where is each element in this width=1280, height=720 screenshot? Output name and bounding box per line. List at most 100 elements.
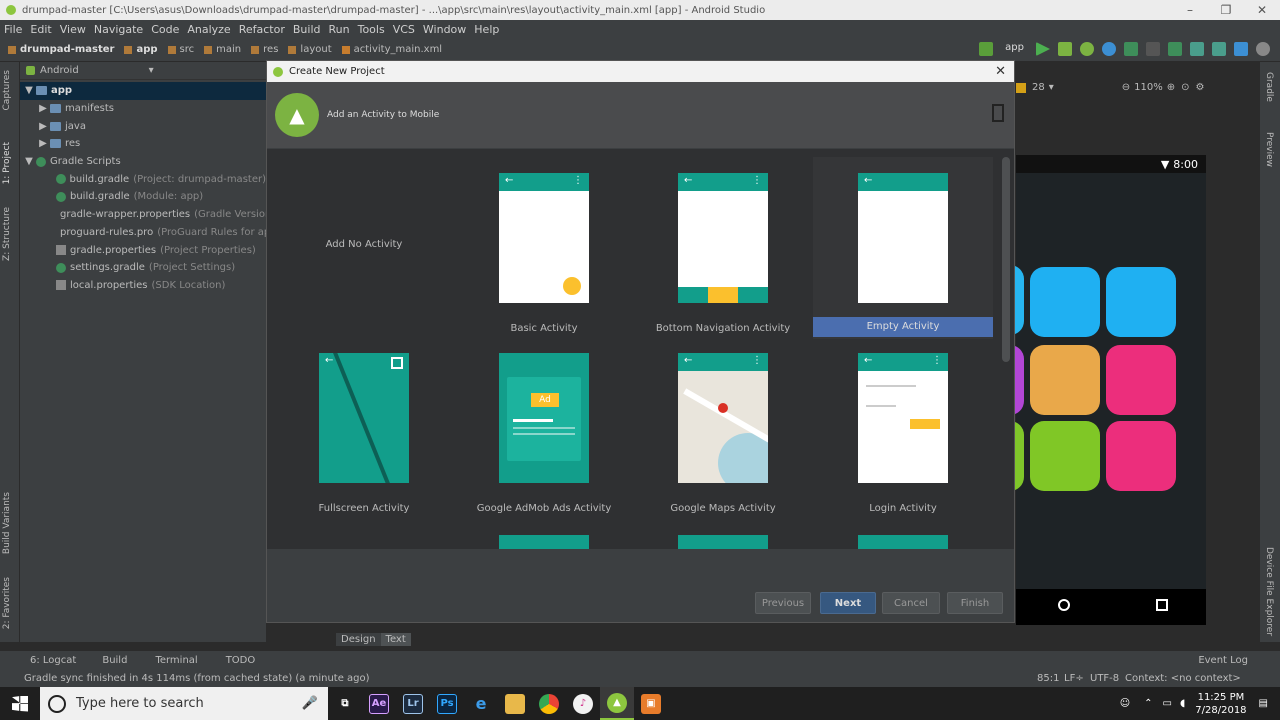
finish-button[interactable]: Finish: [947, 592, 1003, 614]
taskbar-lightroom[interactable]: Lr: [396, 687, 430, 720]
volume-icon[interactable]: ◖: [1180, 698, 1185, 709]
device-file-explorer-tab[interactable]: Device File Explorer: [1264, 547, 1274, 636]
expand-arrow-icon[interactable]: ▼: [22, 156, 36, 167]
zoom-out-icon[interactable]: ⊖: [1122, 82, 1130, 93]
file-encoding[interactable]: UTF-8: [1090, 673, 1119, 684]
text-tab[interactable]: Text: [380, 633, 411, 646]
task-view-button[interactable]: ⧉: [328, 687, 362, 720]
expand-arrow-icon[interactable]: ▶: [36, 121, 50, 132]
expand-arrow-icon[interactable]: ▼: [22, 85, 36, 96]
menu-build[interactable]: Build: [293, 23, 321, 36]
expand-arrow-icon[interactable]: ▶: [36, 103, 50, 114]
maximize-button[interactable]: ❐: [1208, 0, 1244, 20]
api-level[interactable]: 28: [1032, 82, 1045, 93]
template-empty-activity[interactable]: ← Empty Activity ↖: [813, 157, 993, 339]
tree-item-build-gradle-app[interactable]: build.gradle (Module: app): [20, 188, 266, 206]
stop-icon[interactable]: [1146, 42, 1160, 56]
build-tab[interactable]: Build: [102, 655, 127, 666]
breadcrumb-app[interactable]: app: [124, 44, 158, 55]
menu-vcs[interactable]: VCS: [393, 23, 415, 36]
menu-help[interactable]: Help: [474, 23, 499, 36]
breadcrumb-file[interactable]: activity_main.xml: [341, 44, 442, 55]
taskbar-search-box[interactable]: Type here to search 🎤: [40, 687, 328, 720]
taskbar-file-explorer[interactable]: [498, 687, 532, 720]
tree-item-app[interactable]: ▼ app: [20, 82, 266, 100]
dialog-close-button[interactable]: ✕: [995, 64, 1006, 79]
menu-analyze[interactable]: Analyze: [187, 23, 230, 36]
menu-view[interactable]: View: [60, 23, 86, 36]
breadcrumb-main[interactable]: main: [204, 44, 241, 55]
event-log-tab[interactable]: Event Log: [1198, 655, 1248, 666]
caret-position[interactable]: 85:1: [1037, 673, 1059, 684]
expand-arrow-icon[interactable]: ▶: [36, 138, 50, 149]
close-window-button[interactable]: ✕: [1244, 0, 1280, 20]
tree-item-gradle-scripts[interactable]: ▼ Gradle Scripts: [20, 153, 266, 171]
tree-item-settings-gradle[interactable]: settings.gradle (Project Settings): [20, 259, 266, 277]
clock[interactable]: 11:25 PM 7/28/2018: [1195, 691, 1246, 717]
breadcrumb-src[interactable]: src: [167, 44, 194, 55]
android-profiler-icon[interactable]: [1234, 42, 1248, 56]
template-bottom-navigation-activity[interactable]: ← ⋮: [678, 173, 768, 303]
template-partial[interactable]: [678, 535, 768, 549]
tree-item-local-properties[interactable]: local.properties (SDK Location): [20, 277, 266, 295]
debug-icon[interactable]: [1058, 42, 1072, 56]
show-hidden-icons[interactable]: ⌃: [1144, 698, 1152, 709]
template-add-no-activity[interactable]: Add No Activity: [274, 157, 454, 327]
menu-edit[interactable]: Edit: [30, 23, 51, 36]
attach-debugger-icon[interactable]: [1124, 42, 1138, 56]
apply-changes-icon[interactable]: [1102, 42, 1116, 56]
menu-window[interactable]: Window: [423, 23, 466, 36]
cancel-button[interactable]: Cancel: [882, 592, 940, 614]
template-partial[interactable]: [499, 535, 589, 549]
tree-item-proguard[interactable]: proguard-rules.pro (ProGuard Rules for ap…: [20, 224, 280, 242]
structure-tab[interactable]: Z: Structure: [2, 207, 12, 261]
todo-tab[interactable]: TODO: [226, 655, 256, 666]
template-fullscreen-activity[interactable]: ←: [319, 353, 409, 483]
favorites-tab[interactable]: 2: Favorites: [2, 577, 12, 629]
build-variants-tab[interactable]: Build Variants: [2, 492, 12, 554]
run-icon[interactable]: [1036, 42, 1050, 56]
template-google-maps-activity[interactable]: ← ⋮: [678, 353, 768, 483]
tree-item-java[interactable]: ▶ java: [20, 117, 266, 135]
people-icon[interactable]: ☺: [1120, 698, 1130, 709]
design-tab[interactable]: Design: [336, 633, 381, 646]
breadcrumb-layout[interactable]: layout: [288, 44, 332, 55]
menu-file[interactable]: File: [4, 23, 22, 36]
breadcrumb-project[interactable]: drumpad-master: [8, 44, 114, 55]
hammer-icon[interactable]: [979, 42, 994, 56]
taskbar-itunes[interactable]: ♪: [566, 687, 600, 720]
network-icon[interactable]: ▭: [1163, 698, 1172, 709]
menu-navigate[interactable]: Navigate: [94, 23, 143, 36]
settings-icon[interactable]: ⚙: [1196, 82, 1205, 93]
run-config-select[interactable]: app: [1001, 42, 1028, 56]
taskbar-edge[interactable]: e: [464, 687, 498, 720]
line-separator[interactable]: LF÷: [1064, 673, 1084, 684]
gallery-scrollbar[interactable]: [1002, 157, 1010, 362]
logcat-tab[interactable]: 6: Logcat: [30, 655, 76, 666]
preview-tab[interactable]: Preview: [1264, 132, 1274, 167]
template-login-activity[interactable]: ← ⋮: [858, 353, 948, 483]
minimize-button[interactable]: –: [1172, 0, 1208, 20]
context-indicator[interactable]: Context: <no context>: [1125, 673, 1241, 684]
menu-code[interactable]: Code: [151, 23, 179, 36]
terminal-tab[interactable]: Terminal: [155, 655, 197, 666]
taskbar-after-effects[interactable]: Ae: [362, 687, 396, 720]
zoom-in-icon[interactable]: ⊕: [1167, 82, 1175, 93]
tree-item-build-gradle-project[interactable]: build.gradle (Project: drumpad-master): [20, 170, 266, 188]
sync-gradle-icon[interactable]: [1168, 42, 1182, 56]
tree-item-manifests[interactable]: ▶ manifests: [20, 100, 266, 118]
project-view-selector[interactable]: Android ▾: [20, 62, 266, 80]
next-button[interactable]: Next: [820, 592, 876, 614]
menu-tools[interactable]: Tools: [358, 23, 385, 36]
template-basic-activity[interactable]: ← ⋮: [499, 173, 589, 303]
action-center-icon[interactable]: ▤: [1259, 698, 1268, 709]
gradle-tab[interactable]: Gradle: [1264, 72, 1274, 102]
taskbar-android-studio[interactable]: ▲: [600, 687, 634, 720]
template-partial[interactable]: [858, 535, 948, 549]
tree-item-gradle-wrapper[interactable]: gradle-wrapper.properties (Gradle Version…: [20, 206, 275, 224]
taskbar-photoshop[interactable]: Ps: [430, 687, 464, 720]
template-admob-activity[interactable]: Ad: [499, 353, 589, 483]
project-tab[interactable]: 1: Project: [2, 142, 12, 184]
tree-item-res[interactable]: ▶ res: [20, 135, 266, 153]
profile-icon[interactable]: [1080, 42, 1094, 56]
